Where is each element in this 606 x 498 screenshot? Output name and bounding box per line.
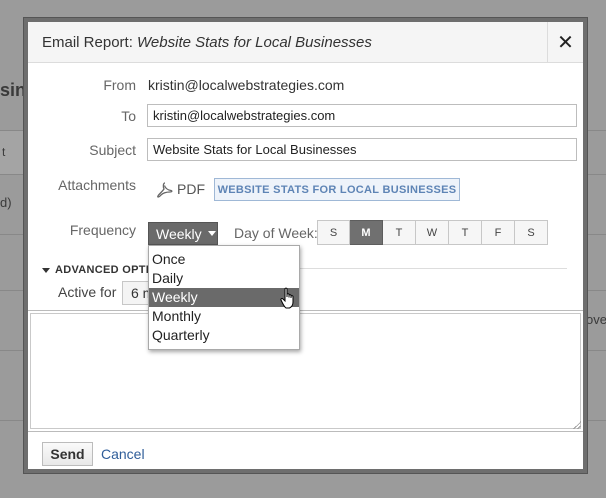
pdf-icon (157, 182, 173, 198)
day-of-week-label: Day of Week: (234, 225, 318, 241)
close-button[interactable]: ✕ (547, 22, 583, 63)
cancel-link[interactable]: Cancel (101, 446, 145, 462)
day-wednesday-button[interactable]: W (416, 220, 449, 245)
email-report-dialog: Email Report: Website Stats for Local Bu… (24, 18, 587, 473)
day-monday-button[interactable]: M (350, 220, 383, 245)
attachment-file-chip[interactable]: WEBSITE STATS FOR LOCAL BUSINESSES (214, 178, 460, 201)
to-label: To (121, 108, 136, 124)
frequency-option-once[interactable]: Once (149, 250, 299, 269)
day-thursday-button[interactable]: T (449, 220, 482, 245)
frequency-option-weekly[interactable]: Weekly (149, 288, 299, 307)
to-field[interactable] (147, 104, 577, 127)
advanced-options-label: ADVANCED OPTI (55, 264, 150, 276)
frequency-option-daily[interactable]: Daily (149, 269, 299, 288)
resize-handle-icon[interactable] (573, 421, 581, 429)
message-textarea[interactable] (28, 310, 583, 432)
frequency-option-quarterly[interactable]: Quarterly (149, 326, 299, 345)
subject-label: Subject (89, 142, 136, 158)
close-icon: ✕ (557, 32, 574, 54)
background-cell-fragment: d) (0, 195, 12, 210)
frequency-option-monthly[interactable]: Monthly (149, 307, 299, 326)
dialog-title-prefix: Email Report: (42, 34, 133, 51)
background-col-fragment: t (2, 145, 6, 159)
dialog-titlebar: Email Report: Website Stats for Local Bu… (28, 22, 583, 63)
subject-field[interactable] (147, 138, 577, 161)
dialog-title-report-name: Website Stats for Local Businesses (137, 34, 372, 51)
day-saturday-button[interactable]: S (515, 220, 548, 245)
frequency-selected-value: Weekly (156, 225, 202, 242)
advanced-divider (298, 268, 567, 269)
hand-cursor-icon (280, 287, 294, 309)
from-label: From (103, 77, 136, 93)
caret-down-icon (207, 231, 216, 236)
frequency-dropdown-menu: Once Daily Weekly Monthly Quarterly (148, 245, 300, 350)
message-textarea-inner (30, 313, 581, 429)
frequency-select[interactable]: Weekly (148, 222, 218, 245)
day-tuesday-button[interactable]: T (383, 220, 416, 245)
day-of-week-group: S M T W T F S (317, 220, 548, 245)
background-cell-fragment: ove (586, 312, 606, 327)
attachment-format: PDF (177, 181, 205, 197)
day-sunday-button[interactable]: S (317, 220, 350, 245)
triangle-down-icon (42, 267, 50, 273)
frequency-label: Frequency (69, 222, 136, 238)
active-for-label: Active for (58, 284, 117, 300)
attachments-label: Attachments (58, 177, 136, 193)
send-button[interactable]: Send (42, 442, 93, 466)
day-friday-button[interactable]: F (482, 220, 515, 245)
from-value: kristin@localwebstrategies.com (148, 77, 345, 93)
advanced-options-toggle[interactable]: ADVANCED OPTI (42, 264, 149, 276)
dialog-title: Email Report: Website Stats for Local Bu… (42, 34, 372, 51)
